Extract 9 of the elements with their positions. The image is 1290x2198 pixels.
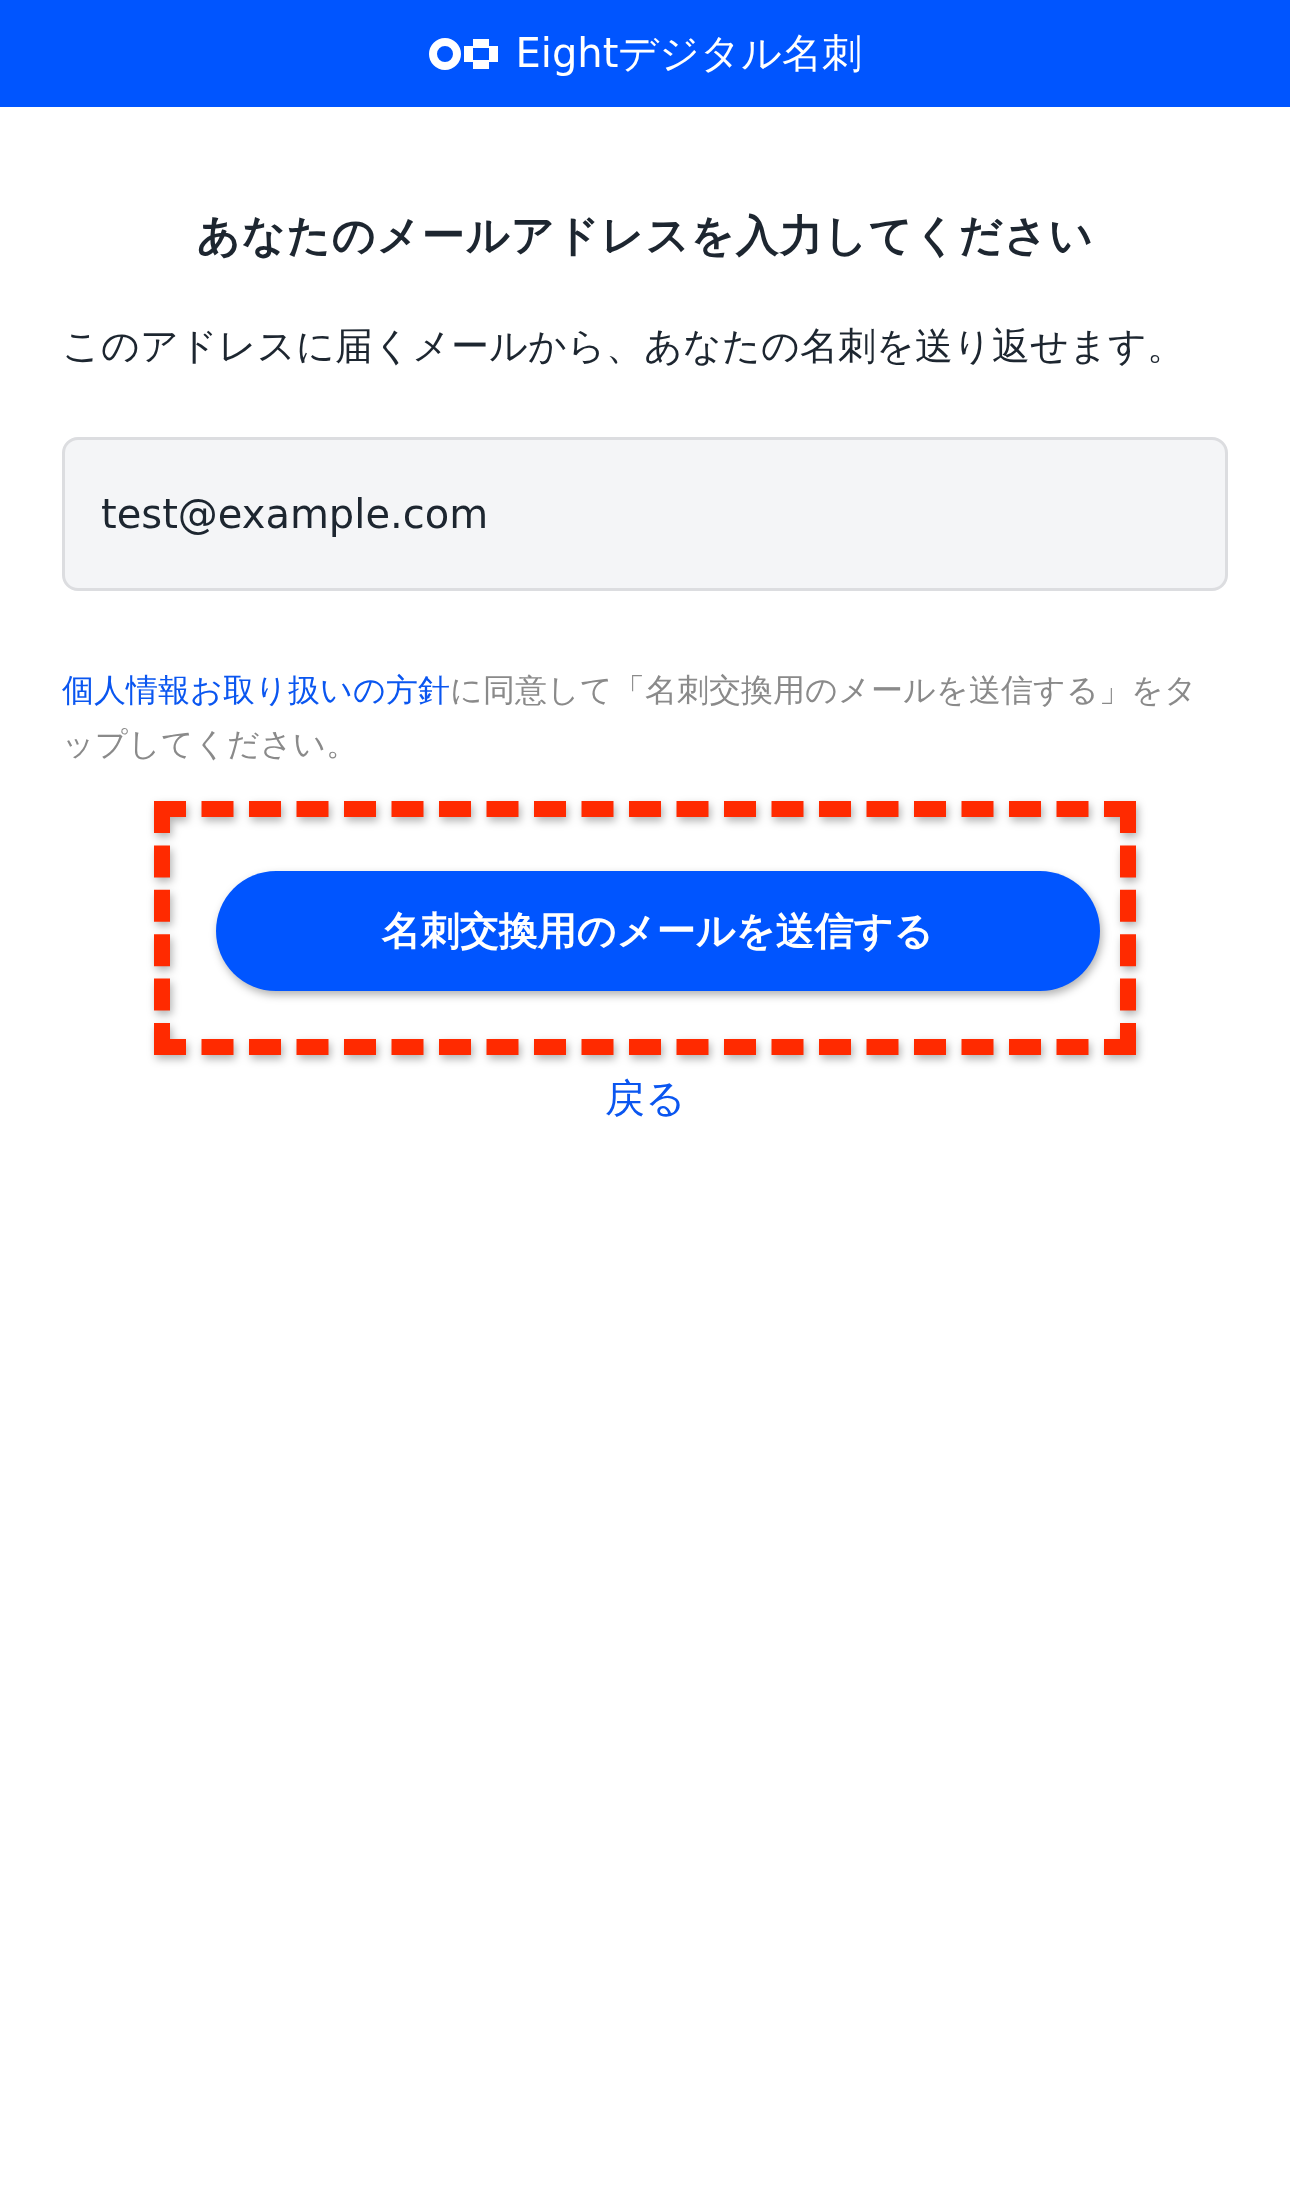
email-field[interactable]: test@example.com [62,437,1228,591]
app-title: Eightデジタル名刺 [515,29,863,78]
page-heading: あなたのメールアドレスを入力してください [195,209,1095,262]
description-text: このアドレスに届くメールから、あなたの名刺を送り返せます。 [62,323,1186,370]
submit-button[interactable]: 名刺交換用のメールを送信する [216,871,1100,991]
back-link[interactable]: 戻る [604,1071,686,1126]
logo-icon [427,36,498,71]
privacy-policy-link[interactable]: 個人情報お取り扱いの方針 [62,671,450,709]
consent-text: 個人情報お取り扱いの方針に同意して「名刺交換用のメールを送信する」をタップしてください。 [62,670,1198,765]
